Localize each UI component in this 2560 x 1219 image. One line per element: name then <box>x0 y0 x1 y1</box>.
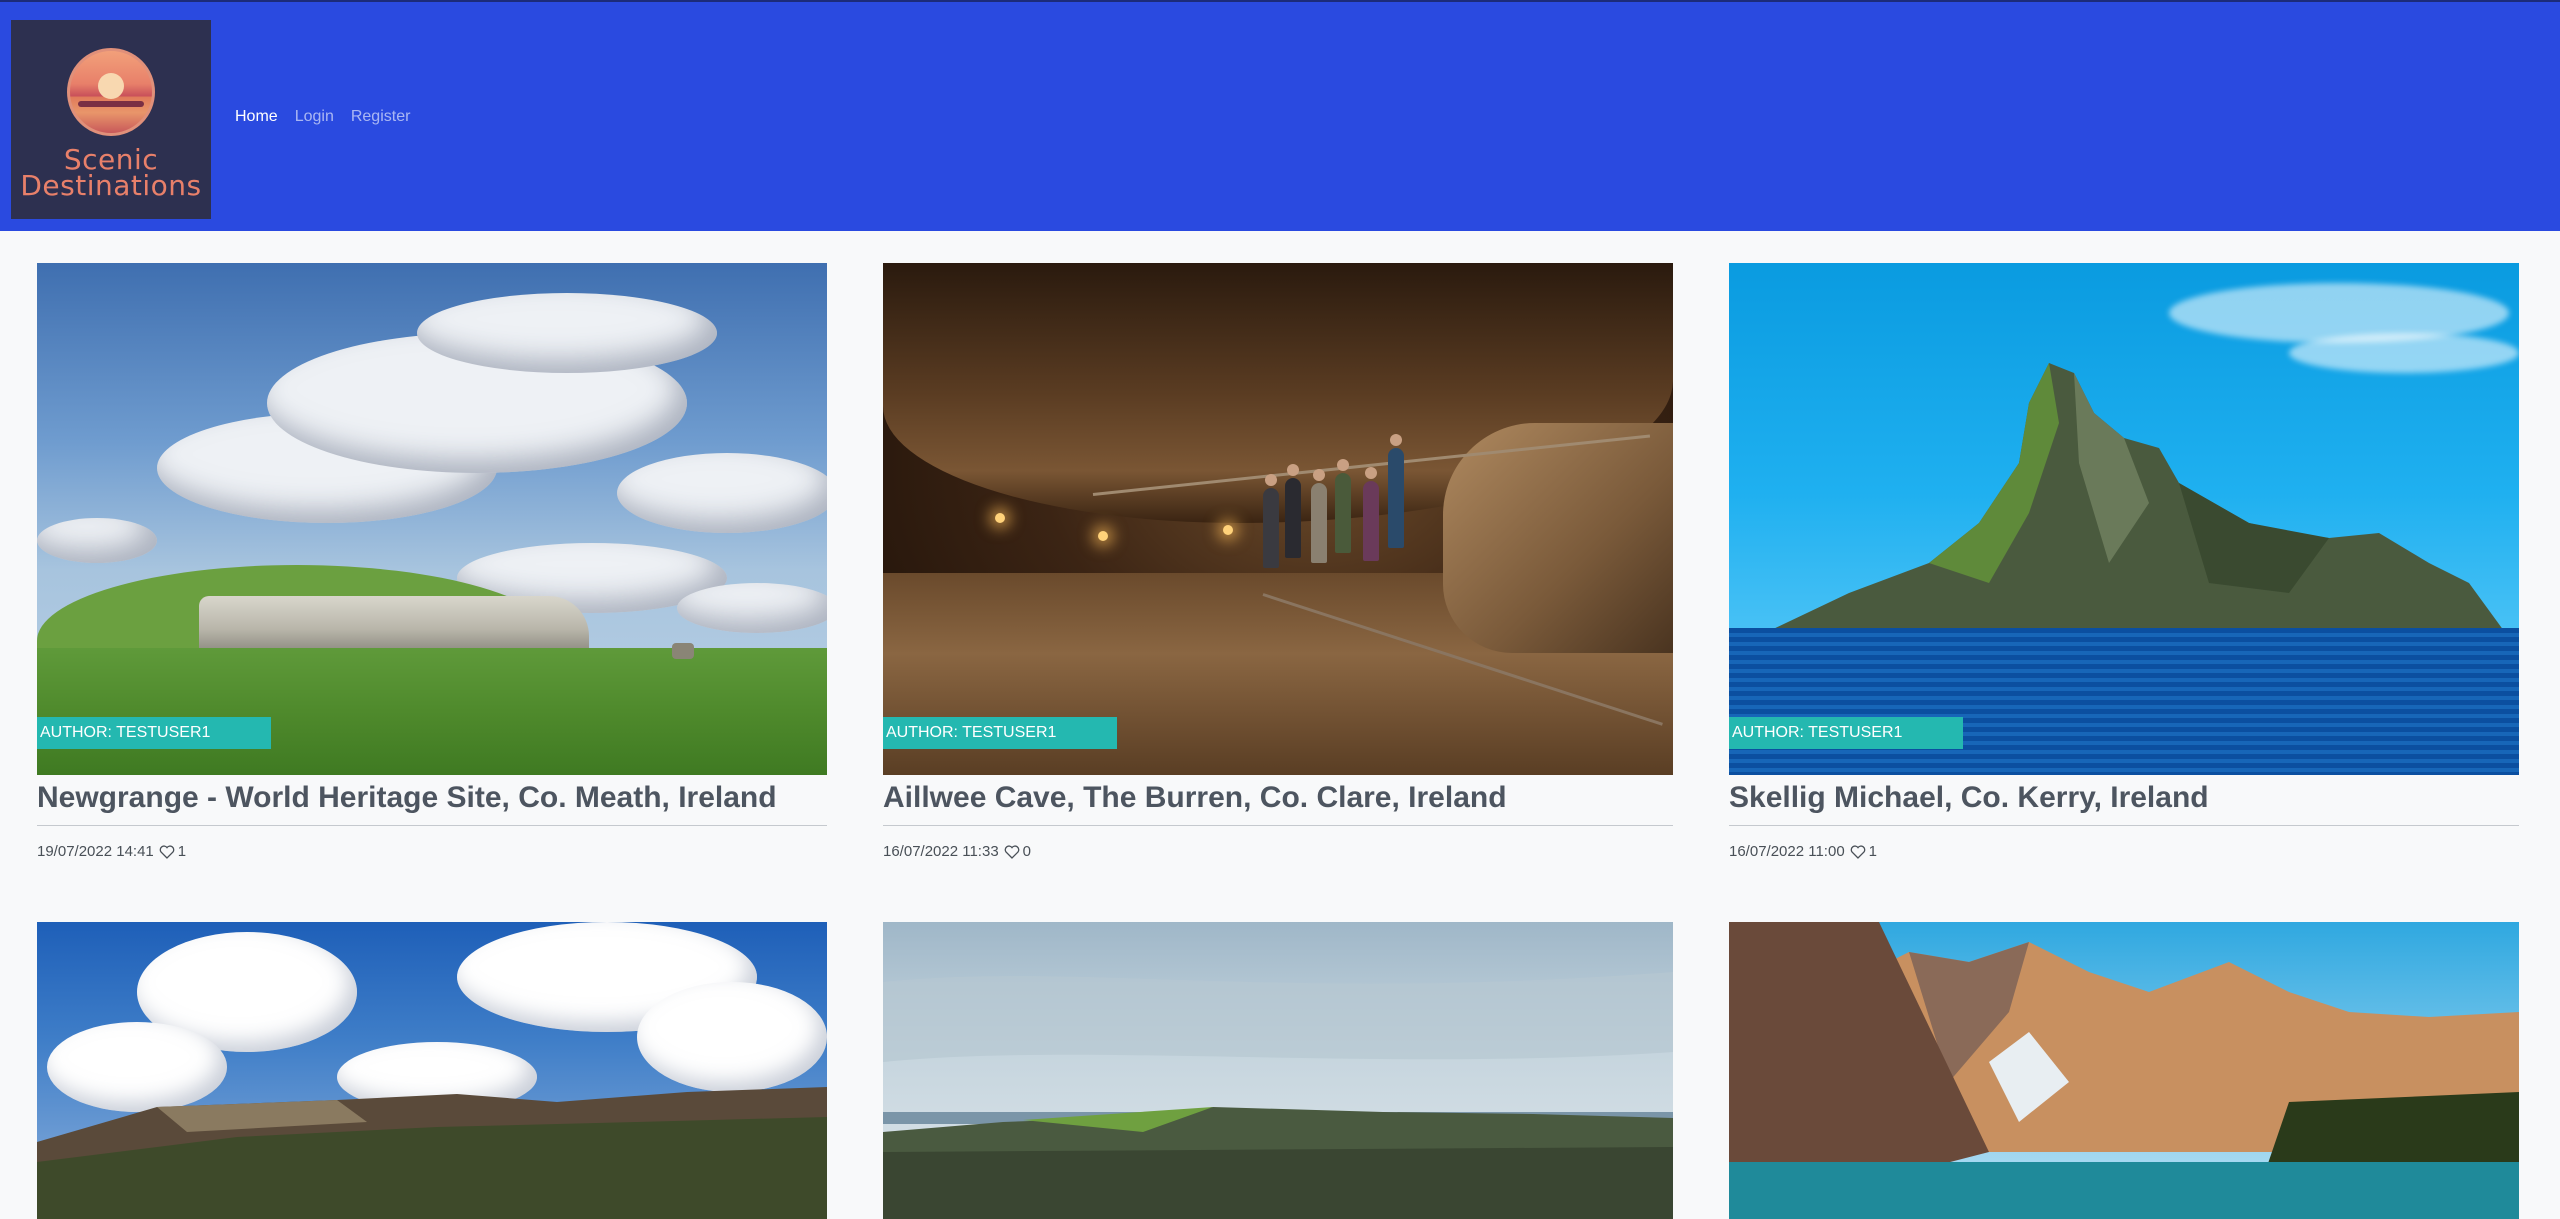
divider <box>37 825 827 826</box>
post-image[interactable]: AUTHOR: TESTUSER1 <box>37 263 827 775</box>
sunset-logo-icon <box>67 48 155 136</box>
divider <box>883 825 1673 826</box>
post-image[interactable] <box>883 922 1673 1219</box>
like-count: 1 <box>177 843 187 860</box>
post-meta: 16/07/2022 11:33 0 <box>883 843 1673 860</box>
like-count: 1 <box>1868 843 1878 860</box>
main-nav: Home Login Register <box>235 108 427 126</box>
heart-outline-icon[interactable] <box>159 844 175 859</box>
post-meta: 19/07/2022 14:41 1 <box>37 843 827 860</box>
navbar: Scenic Destinations Home Login Register <box>0 0 2560 231</box>
post-date: 16/07/2022 11:00 <box>1729 843 1845 860</box>
post-date: 16/07/2022 11:33 <box>883 843 999 860</box>
post-card[interactable]: AUTHOR: TESTUSER1 Aillwee Cave, The Burr… <box>883 263 1673 860</box>
post-card[interactable]: AUTHOR: TESTUSER1 Newgrange - World Heri… <box>37 263 827 860</box>
post-card[interactable]: AUTHOR: TESTUSER1 Skellig Michael, Co. K… <box>1729 263 2519 860</box>
nav-link-home[interactable]: Home <box>235 108 278 126</box>
brand-logo[interactable]: Scenic Destinations <box>11 20 211 219</box>
post-image[interactable]: AUTHOR: TESTUSER1 <box>1729 263 2519 775</box>
brand-name-line2: Destinations <box>20 169 202 202</box>
post-title[interactable]: Aillwee Cave, The Burren, Co. Clare, Ire… <box>883 779 1673 817</box>
post-image[interactable] <box>37 922 827 1219</box>
post-meta: 16/07/2022 11:00 1 <box>1729 843 2519 860</box>
post-image[interactable] <box>1729 922 2519 1219</box>
post-title[interactable]: Skellig Michael, Co. Kerry, Ireland <box>1729 779 2519 817</box>
author-badge: AUTHOR: TESTUSER1 <box>37 717 271 749</box>
post-card[interactable] <box>37 922 827 1219</box>
heart-outline-icon[interactable] <box>1850 844 1866 859</box>
post-card[interactable] <box>883 922 1673 1219</box>
nav-link-register[interactable]: Register <box>351 108 411 126</box>
post-date: 19/07/2022 14:41 <box>37 843 154 860</box>
author-badge: AUTHOR: TESTUSER1 <box>883 717 1117 749</box>
heart-outline-icon[interactable] <box>1004 844 1020 859</box>
post-image[interactable]: AUTHOR: TESTUSER1 <box>883 263 1673 775</box>
like-count: 0 <box>1022 843 1032 860</box>
post-card[interactable] <box>1729 922 2519 1219</box>
nav-link-login[interactable]: Login <box>295 108 334 126</box>
author-badge: AUTHOR: TESTUSER1 <box>1729 717 1963 749</box>
post-title[interactable]: Newgrange - World Heritage Site, Co. Mea… <box>37 779 827 817</box>
divider <box>1729 825 2519 826</box>
